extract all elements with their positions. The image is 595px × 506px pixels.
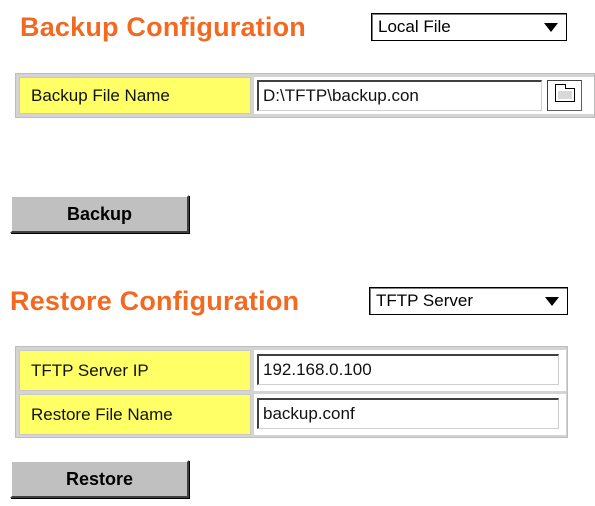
tftp-server-ip-label: TFTP Server IP: [19, 350, 251, 391]
browse-button[interactable]: [547, 80, 582, 111]
restore-mode-select[interactable]: TFTP Server: [369, 287, 568, 315]
backup-file-name-label: Backup File Name: [19, 77, 251, 114]
backup-mode-select-value: Local File: [378, 17, 451, 36]
restore-settings-table: TFTP Server IP 192.168.0.100 Restore Fil…: [15, 346, 568, 438]
backup-configuration-heading: Backup Configuration: [20, 12, 306, 42]
backup-mode-select[interactable]: Local File: [371, 13, 567, 41]
backup-button[interactable]: Backup: [10, 195, 189, 233]
restore-configuration-heading: Restore Configuration: [10, 286, 300, 316]
chevron-down-icon: [544, 23, 558, 32]
restore-mode-select-value: TFTP Server: [376, 291, 473, 310]
tftp-server-ip-input[interactable]: 192.168.0.100: [257, 354, 559, 385]
backup-file-row: Backup File Name D:\TFTP\backup.con: [15, 73, 595, 118]
backup-file-name-input[interactable]: D:\TFTP\backup.con: [257, 80, 542, 111]
chevron-down-icon: [545, 297, 559, 306]
restore-file-name-input[interactable]: backup.conf: [257, 398, 559, 429]
restore-file-name-cell: backup.conf: [254, 394, 566, 435]
tftp-server-ip-cell: 192.168.0.100: [254, 350, 566, 391]
restore-file-name-label: Restore File Name: [19, 394, 251, 435]
backup-file-value-cell: D:\TFTP\backup.con: [254, 77, 594, 114]
restore-button[interactable]: Restore: [10, 460, 189, 498]
folder-icon: [555, 84, 575, 102]
